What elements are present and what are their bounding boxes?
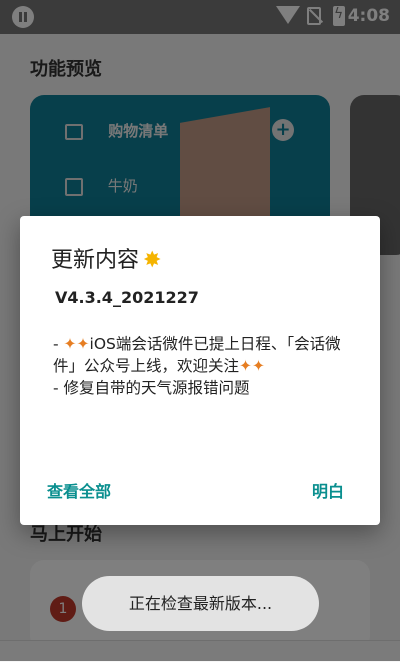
party-popper-icon: ✦✦: [63, 335, 90, 353]
changelog-line-2: - 修复自带的天气源报错问题: [53, 379, 250, 397]
dialog-title: 更新内容 ✸: [51, 242, 161, 274]
dialog-version: V4.3.4_2021227: [55, 288, 199, 307]
changelog-line-1: - ✦✦iOS端会话微件已提上日程、「会话微件」公众号上线，欢迎关注✦✦: [53, 335, 341, 375]
sparkle-icon: ✸: [143, 248, 162, 273]
party-popper-icon: ✦✦: [239, 357, 265, 375]
changelog-line-1-text: iOS端会话微件已提上日程、「会话微件」公众号上线，欢迎关注: [53, 335, 341, 375]
dialog-body: - ✦✦iOS端会话微件已提上日程、「会话微件」公众号上线，欢迎关注✦✦ - 修…: [53, 333, 358, 399]
toast-message: 正在检查最新版本...: [82, 576, 319, 631]
ok-button[interactable]: 明白: [312, 478, 344, 502]
dialog-title-text: 更新内容: [51, 248, 140, 273]
view-all-button[interactable]: 查看全部: [47, 478, 111, 502]
update-dialog: 更新内容 ✸ V4.3.4_2021227 - ✦✦iOS端会话微件已提上日程、「…: [20, 216, 380, 525]
